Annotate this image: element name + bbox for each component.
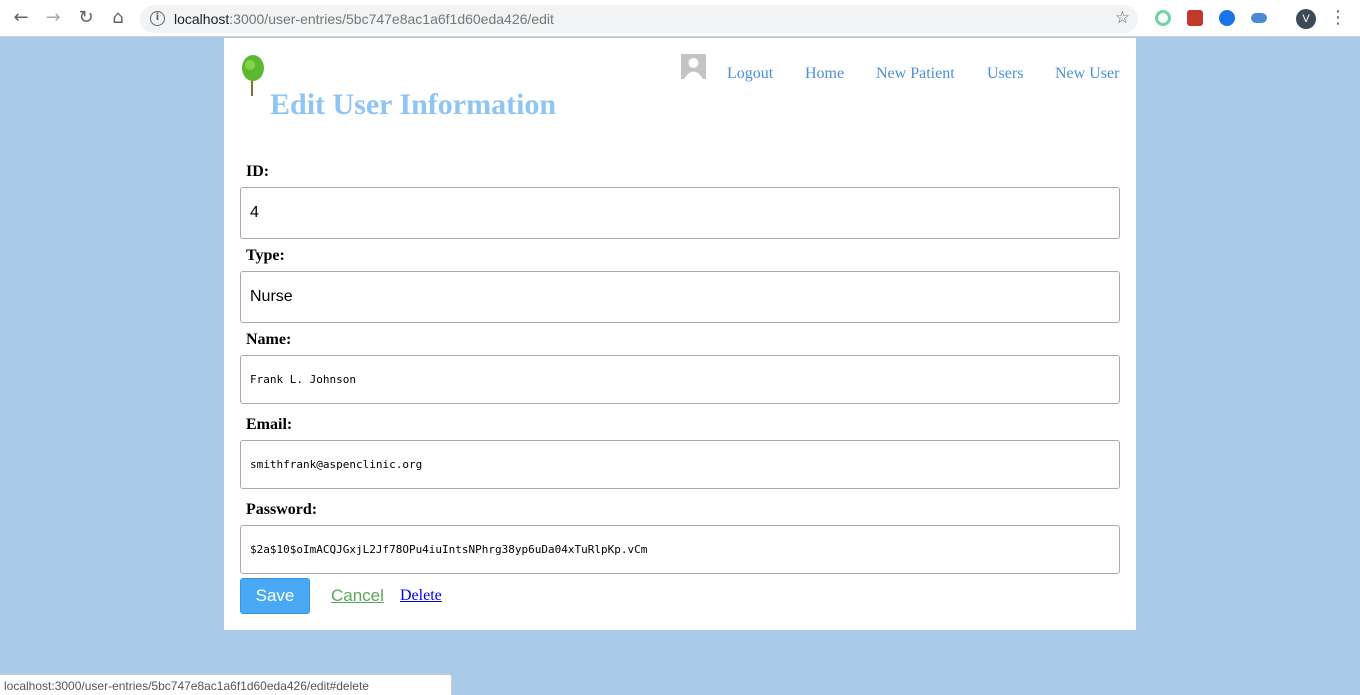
save-button[interactable]: Save [240, 578, 310, 614]
nav-new-patient[interactable]: New Patient [876, 65, 955, 83]
status-bar-url: localhost:3000/user-entries/5bc747e8ac1a… [0, 674, 452, 695]
type-input[interactable]: Nurse [240, 271, 1120, 323]
forward-icon[interactable]: → [43, 8, 63, 28]
tree-logo-icon [242, 55, 264, 96]
page-title: Edit User Information [270, 88, 557, 121]
email-label: Email: [246, 416, 293, 433]
password-textarea[interactable]: $2a$10$oImACQJGxjL2Jf78OPu4iuIntsNPhrg38… [240, 525, 1120, 574]
info-icon[interactable]: i [150, 11, 165, 26]
nav-logout[interactable]: Logout [727, 65, 773, 83]
profile-avatar[interactable]: V [1296, 9, 1316, 29]
nav-home[interactable]: Home [805, 65, 844, 83]
nav-new-user[interactable]: New User [1055, 65, 1119, 83]
back-icon[interactable]: ← [11, 8, 31, 28]
bookmark-star-icon[interactable]: ☆ [1115, 8, 1130, 28]
extension-icon[interactable] [1219, 10, 1235, 26]
browser-toolbar: ← → ↻ ⌂ i localhost:3000/user-entries/5b… [0, 0, 1360, 37]
cancel-link[interactable]: Cancel [331, 586, 384, 606]
user-avatar-icon [681, 54, 706, 79]
type-label: Type: [246, 247, 285, 264]
cloud-icon[interactable] [1251, 13, 1267, 23]
url-text[interactable]: localhost:3000/user-entries/5bc747e8ac1a… [174, 11, 554, 27]
extension-icon[interactable] [1155, 10, 1171, 26]
page-card: Edit User Information Logout Home New Pa… [224, 38, 1136, 630]
delete-link[interactable]: Delete [400, 587, 442, 605]
reload-icon[interactable]: ↻ [76, 8, 96, 28]
address-bar[interactable]: i localhost:3000/user-entries/5bc747e8ac… [140, 5, 1138, 33]
menu-icon[interactable]: ⋮ [1328, 8, 1348, 28]
nav-users[interactable]: Users [987, 65, 1023, 83]
name-textarea[interactable]: Frank L. Johnson [240, 355, 1120, 404]
password-label: Password: [246, 501, 318, 518]
id-label: ID: [246, 163, 270, 180]
home-icon[interactable]: ⌂ [108, 8, 128, 28]
extension-icon[interactable] [1187, 10, 1203, 26]
id-input[interactable]: 4 [240, 187, 1120, 239]
email-textarea[interactable]: smithfrank@aspenclinic.org [240, 440, 1120, 489]
name-label: Name: [246, 331, 292, 348]
